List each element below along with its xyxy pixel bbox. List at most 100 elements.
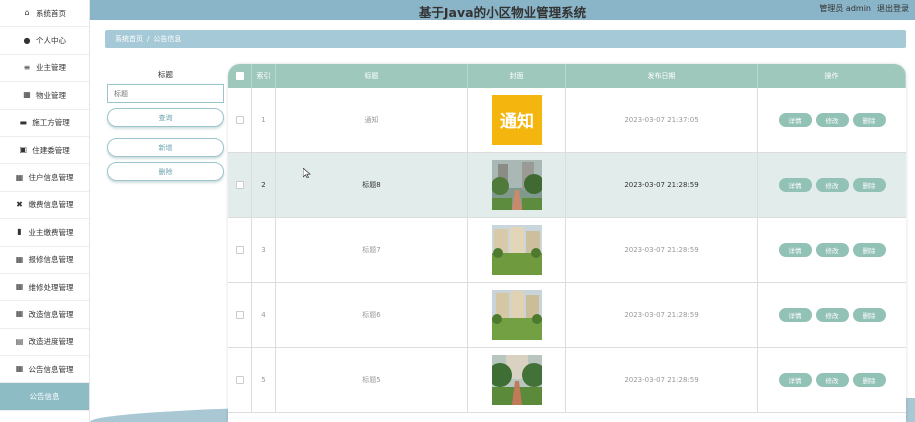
row-title: 标题8	[276, 153, 468, 217]
delete-row-button[interactable]: 删除	[852, 113, 886, 127]
print-icon: ▤	[15, 336, 24, 346]
query-button[interactable]: 查询	[107, 108, 224, 127]
edit-button[interactable]: 修改	[815, 178, 849, 192]
sidebar-item-contractor[interactable]: ▬ 施工方管理	[0, 110, 89, 137]
sidebar-item-home[interactable]: ⌂ 系统首页	[0, 0, 89, 28]
table-row: 5 标题5 2023-03-07 21:28:59 详情 修改 删除	[228, 348, 906, 413]
row-cover-cell	[468, 153, 566, 217]
sidebar-item-label: 改造进度管理	[28, 337, 74, 347]
delete-row-button[interactable]: 删除	[852, 178, 886, 192]
sidebar-item-label: 物业管理	[36, 90, 66, 100]
row-index: 5	[252, 348, 276, 412]
select-all-checkbox[interactable]	[235, 72, 244, 80]
sidebar-item-label: 住户信息管理	[28, 173, 74, 183]
sidebar-item-notice[interactable]: 公告信息	[0, 383, 89, 411]
sidebar-item-payments[interactable]: ✖ 缴费信息管理	[0, 192, 89, 220]
home-icon: ⌂	[24, 8, 30, 18]
edit-button[interactable]: 修改	[815, 308, 849, 322]
detail-button[interactable]: 详情	[778, 243, 812, 257]
sidebar-item-repairs[interactable]: ▦ 报修信息管理	[0, 247, 89, 274]
table-row: 4 标题6 2023-03-07 21:28:59 详情 修改 删除	[228, 283, 906, 348]
sidebar-item-label: 缴费信息管理	[28, 200, 74, 210]
row-checkbox-cell	[228, 153, 252, 217]
grid-icon: ▦	[15, 309, 24, 319]
notice-table: 索引 标题 封面 发布日期 操作 1 通知 通知 2023-03-07 21:3…	[228, 64, 906, 422]
row-date: 2023-03-07 21:28:59	[566, 348, 758, 412]
sidebar-item-label: 公告信息	[29, 392, 60, 402]
row-index: 3	[252, 218, 276, 282]
search-input[interactable]	[107, 84, 224, 103]
detail-button[interactable]: 详情	[778, 113, 812, 127]
row-cover-cell	[468, 283, 566, 347]
row-checkbox-cell	[228, 348, 252, 412]
edit-button[interactable]: 修改	[815, 373, 849, 387]
row-date: 2023-03-07 21:37:05	[566, 88, 758, 152]
sidebar-item-housing-committee[interactable]: ▣ 住建委管理	[0, 137, 89, 165]
sidebar-item-residents[interactable]: ▦ 住户信息管理	[0, 164, 89, 192]
exchange-icon: ✖	[16, 199, 23, 209]
sidebar-item-property[interactable]: ▦ 物业管理	[0, 82, 89, 110]
delete-row-button[interactable]: 删除	[852, 373, 886, 387]
sidebar-item-profile[interactable]: ● 个人中心	[0, 27, 89, 55]
row-checkbox[interactable]	[235, 311, 244, 319]
detail-button[interactable]: 详情	[778, 178, 812, 192]
cover-image-garden	[491, 160, 542, 210]
table-row: 1 通知 通知 2023-03-07 21:37:05 详情 修改 删除	[228, 88, 906, 153]
delete-row-button[interactable]: 删除	[852, 243, 886, 257]
sidebar: ⌂ 系统首页 ● 个人中心 ≡ 业主管理 ▦ 物业管理 ▬ 施工方管理 ▣ 住建委管理 ▦ 住…	[0, 0, 90, 422]
row-date: 2023-03-07 21:28:59	[566, 283, 758, 347]
edit-button[interactable]: 修改	[815, 243, 849, 257]
delete-button[interactable]: 删除	[107, 162, 224, 181]
sidebar-item-renovation[interactable]: ▦ 改造信息管理	[0, 301, 89, 329]
sidebar-item-label: 个人中心	[36, 36, 66, 46]
row-checkbox[interactable]	[235, 376, 244, 384]
cover-image-lawn	[491, 225, 542, 275]
detail-button[interactable]: 详情	[778, 308, 812, 322]
table-row: 3 标题7 2023-03-07 21:28:59 详情 修改 删除	[228, 218, 906, 283]
list-icon: ≡	[23, 62, 31, 72]
top-header: 基于Java的小区物业管理系统 管理员 admin 退出登录	[90, 0, 915, 20]
sidebar-item-renovation-progress[interactable]: ▤ 改造进度管理	[0, 329, 89, 357]
header-index: 索引	[252, 64, 276, 88]
row-title: 通知	[276, 88, 468, 152]
sidebar-item-label: 改造信息管理	[28, 309, 74, 319]
header-title: 标题	[276, 64, 468, 88]
table-icon: ▦	[15, 364, 24, 374]
row-index: 2	[252, 153, 276, 217]
header-date: 发布日期	[566, 64, 758, 88]
row-checkbox[interactable]	[235, 181, 244, 189]
edit-button[interactable]: 修改	[815, 113, 849, 127]
logout-link[interactable]: 退出登录	[877, 3, 909, 14]
grid-icon: ▦	[23, 90, 31, 100]
sidebar-item-label: 业主缴费管理	[28, 227, 74, 237]
bar-chart-icon: ▮	[17, 227, 22, 237]
row-checkbox[interactable]	[235, 116, 244, 124]
cover-image-notice: 通知	[491, 95, 542, 145]
row-ops: 详情 修改 删除	[758, 348, 906, 412]
row-date: 2023-03-07 21:28:59	[566, 218, 758, 282]
breadcrumb: 系统首页 / 公告信息	[105, 30, 906, 48]
row-title: 标题6	[276, 283, 468, 347]
detail-button[interactable]: 详情	[778, 373, 812, 387]
add-button[interactable]: 新增	[107, 138, 224, 157]
header-ops: 操作	[758, 64, 906, 88]
breadcrumb-home[interactable]: 系统首页	[115, 34, 143, 44]
delete-row-button[interactable]: 删除	[852, 308, 886, 322]
search-label: 标题	[158, 70, 173, 79]
row-checkbox-cell	[228, 88, 252, 152]
sidebar-item-owner-payments[interactable]: ▮ 业主缴费管理	[0, 219, 89, 247]
user-label: 管理员 admin	[819, 4, 871, 13]
user-icon: ●	[23, 35, 31, 45]
sidebar-item-notice-management[interactable]: ▦ 公告信息管理	[0, 356, 89, 384]
sidebar-item-owners[interactable]: ≡ 业主管理	[0, 55, 89, 83]
row-checkbox[interactable]	[235, 246, 244, 254]
row-checkbox-cell	[228, 283, 252, 347]
row-ops: 详情 修改 删除	[758, 88, 906, 152]
header-cover: 封面	[468, 64, 566, 88]
header-checkbox-cell	[228, 64, 252, 88]
breadcrumb-separator: /	[147, 35, 150, 43]
row-date: 2023-03-07 21:28:59	[566, 153, 758, 217]
grid-icon: ▦	[15, 254, 24, 264]
sidebar-item-label: 业主管理	[36, 63, 66, 73]
sidebar-item-maintenance[interactable]: ▦ 维修处理管理	[0, 274, 89, 302]
